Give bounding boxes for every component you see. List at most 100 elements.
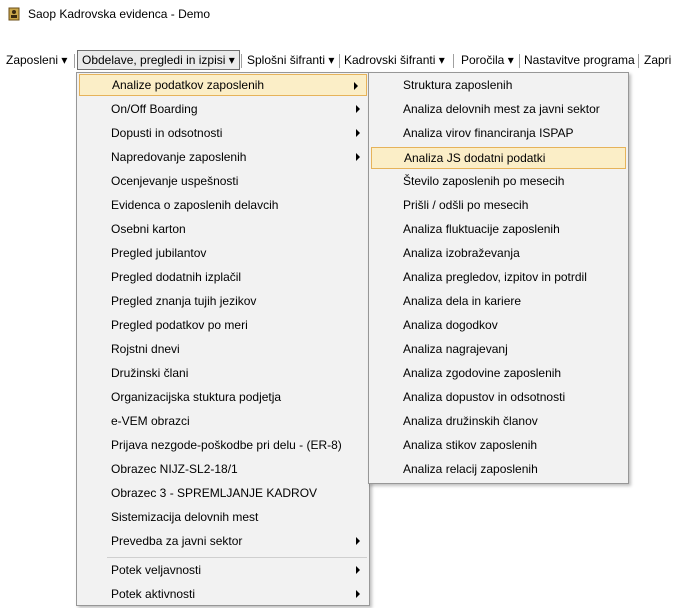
menu-zaposleni[interactable]: Zaposleni ▾	[2, 50, 71, 70]
menu-item-label: Potek veljavnosti	[111, 563, 202, 577]
menu-label: Zaposleni	[6, 53, 59, 67]
menu-item-er8[interactable]: Prijava nezgode-poškodbe pri delu - (ER-…	[78, 434, 368, 456]
submenu-item-viri-ispap[interactable]: Analiza virov financiranja ISPAP	[370, 122, 627, 144]
menu-item-rojstni-dnevi[interactable]: Rojstni dnevi	[78, 338, 368, 360]
menu-item-org-struktura[interactable]: Organizacijska stuktura podjetja	[78, 386, 368, 408]
menu-item-label: On/Off Boarding	[111, 102, 198, 116]
submenu-item-relacije[interactable]: Analiza relacij zaposlenih	[370, 458, 627, 480]
menu-item-label: Organizacijska stuktura podjetja	[111, 390, 282, 404]
menu-item-tuji-jeziki[interactable]: Pregled znanja tujih jezikov	[78, 290, 368, 312]
menu-item-potek-aktivnosti[interactable]: Potek aktivnosti	[78, 583, 368, 605]
menu-item-napredovanje[interactable]: Napredovanje zaposlenih	[78, 146, 368, 168]
menu-item-label: Analiza družinskih članov	[403, 414, 538, 428]
menu-item-label: Pregled jubilantov	[111, 246, 207, 260]
menu-label: Kadrovski šifranti	[344, 53, 436, 67]
menu-item-label: Prijava nezgode-poškodbe pri delu - (ER-…	[111, 438, 342, 452]
menu-zapri[interactable]: Zapri	[640, 50, 673, 70]
submenu-item-dopusti[interactable]: Analiza dopustov in odsotnosti	[370, 386, 627, 408]
menu-item-label: Analiza dogodkov	[403, 318, 498, 332]
menu-label: Splošni šifranti	[247, 53, 326, 67]
menu-item-dodatna-izplacila[interactable]: Pregled dodatnih izplačil	[78, 266, 368, 288]
submenu-item-stevilo[interactable]: Število zaposlenih po mesecih	[370, 170, 627, 192]
submenu-arrow-icon	[356, 105, 360, 113]
menu-obdelave[interactable]: Obdelave, pregledi in izpisi ▾	[77, 50, 240, 70]
menu-item-druzinski-clani[interactable]: Družinski člani	[78, 362, 368, 384]
menu-item-ocenjevanje[interactable]: Ocenjevanje uspešnosti	[78, 170, 368, 192]
menu-item-label: Analize podatkov zaposlenih	[112, 78, 265, 92]
menu-item-label: Obrazec NIJZ-SL2-18/1	[111, 462, 238, 476]
menu-item-obrazec3[interactable]: Obrazec 3 - SPREMLJANJE KADROV	[78, 482, 368, 504]
submenu-arrow-icon	[354, 82, 358, 90]
submenu-arrow-icon	[356, 129, 360, 137]
menu-divider	[107, 557, 367, 558]
menu-item-potek-veljavnosti[interactable]: Potek veljavnosti	[78, 559, 368, 581]
menu-separator	[241, 54, 242, 68]
menu-item-label: Pregled dodatnih izplačil	[111, 270, 242, 284]
submenu-item-fluktuacija[interactable]: Analiza fluktuacije zaposlenih	[370, 218, 627, 240]
menu-item-label: Analiza virov financiranja ISPAP	[403, 126, 574, 140]
submenu-item-stiki[interactable]: Analiza stikov zaposlenih	[370, 434, 627, 456]
submenu-item-zgodovina[interactable]: Analiza zgodovine zaposlenih	[370, 362, 627, 384]
menu-label: Poročila	[461, 53, 505, 67]
menu-item-onoff[interactable]: On/Off Boarding	[78, 98, 368, 120]
menu-item-label: Osebni karton	[111, 222, 186, 236]
submenu-item-nagrajevanja[interactable]: Analiza nagrajevanj	[370, 338, 627, 360]
menu-item-sistemizacija[interactable]: Sistemizacija delovnih mest	[78, 506, 368, 528]
submenu-analize: Struktura zaposlenih Analiza delovnih me…	[368, 72, 629, 484]
menu-item-label: Dopusti in odsotnosti	[111, 126, 223, 140]
menu-item-label: Analiza JS dodatni podatki	[404, 151, 546, 165]
menu-item-label: Napredovanje zaposlenih	[111, 150, 247, 164]
submenu-item-pregledi[interactable]: Analiza pregledov, izpitov in potrdil	[370, 266, 627, 288]
menu-bar: Zaposleni ▾ Obdelave, pregledi in izpisi…	[0, 48, 673, 72]
menu-item-dopusti[interactable]: Dopusti in odsotnosti	[78, 122, 368, 144]
submenu-item-delo-kariera[interactable]: Analiza dela in kariere	[370, 290, 627, 312]
menu-item-prevedba[interactable]: Prevedba za javni sektor	[78, 530, 368, 552]
dropdown-obdelave: Analize podatkov zaposlenih On/Off Board…	[76, 72, 370, 606]
menu-kadrovski-sifranti[interactable]: Kadrovski šifranti ▾	[340, 50, 449, 70]
menu-item-label: Pregled znanja tujih jezikov	[111, 294, 257, 308]
submenu-item-struktura[interactable]: Struktura zaposlenih	[370, 74, 627, 96]
menu-item-label: Družinski člani	[111, 366, 189, 380]
submenu-item-druzinski-clani[interactable]: Analiza družinskih članov	[370, 410, 627, 432]
menu-item-label: Prišli / odšli po mesecih	[403, 198, 529, 212]
menu-item-label: Analiza zgodovine zaposlenih	[403, 366, 562, 380]
menu-separator	[453, 54, 454, 68]
app-icon	[8, 7, 20, 21]
submenu-arrow-icon	[356, 153, 360, 161]
menu-item-label: Analiza nagrajevanj	[403, 342, 508, 356]
submenu-arrow-icon	[356, 537, 360, 545]
menu-item-label: Analiza dopustov in odsotnosti	[403, 390, 566, 404]
menu-label: Obdelave, pregledi in izpisi	[82, 53, 226, 67]
menu-item-label: e-VEM obrazci	[111, 414, 190, 428]
menu-item-label: Ocenjevanje uspešnosti	[111, 174, 239, 188]
submenu-item-izobrazevanja[interactable]: Analiza izobraževanja	[370, 242, 627, 264]
menu-item-label: Analiza stikov zaposlenih	[403, 438, 538, 452]
menu-label: Nastavitve programa	[524, 53, 635, 67]
menu-nastavitve[interactable]: Nastavitve programa	[520, 50, 639, 70]
menu-separator	[638, 54, 639, 68]
menu-separator	[74, 54, 75, 68]
window-title: Saop Kadrovska evidenca - Demo	[28, 7, 211, 21]
submenu-item-dogodki[interactable]: Analiza dogodkov	[370, 314, 627, 336]
menu-item-evidenca[interactable]: Evidenca o zaposlenih delavcih	[78, 194, 368, 216]
menu-label: Zapri	[644, 53, 672, 67]
menu-item-osebni-karton[interactable]: Osebni karton	[78, 218, 368, 240]
title-bar: Saop Kadrovska evidenca - Demo	[0, 0, 673, 30]
menu-item-label: Analiza fluktuacije zaposlenih	[403, 222, 560, 236]
submenu-item-prisli-odsli[interactable]: Prišli / odšli po mesecih	[370, 194, 627, 216]
menu-item-nijz[interactable]: Obrazec NIJZ-SL2-18/1	[78, 458, 368, 480]
menu-item-jubilanti[interactable]: Pregled jubilantov	[78, 242, 368, 264]
menu-item-label: Prevedba za javni sektor	[111, 534, 243, 548]
menu-item-label: Potek aktivnosti	[111, 587, 196, 601]
menu-porocila[interactable]: Poročila ▾	[457, 50, 518, 70]
menu-item-podatki-po-meri[interactable]: Pregled podatkov po meri	[78, 314, 368, 336]
menu-item-label: Rojstni dnevi	[111, 342, 180, 356]
menu-item-evem[interactable]: e-VEM obrazci	[78, 410, 368, 432]
menu-item-analize[interactable]: Analize podatkov zaposlenih	[79, 74, 367, 96]
menu-item-label: Analiza dela in kariere	[403, 294, 522, 308]
submenu-item-js-dodatni[interactable]: Analiza JS dodatni podatki	[371, 147, 626, 169]
menu-item-label: Analiza izobraževanja	[403, 246, 520, 260]
menu-splosni-sifranti[interactable]: Splošni šifranti ▾	[243, 50, 338, 70]
submenu-arrow-icon	[356, 566, 360, 574]
submenu-item-delovna-mesta[interactable]: Analiza delovnih mest za javni sektor	[370, 98, 627, 120]
